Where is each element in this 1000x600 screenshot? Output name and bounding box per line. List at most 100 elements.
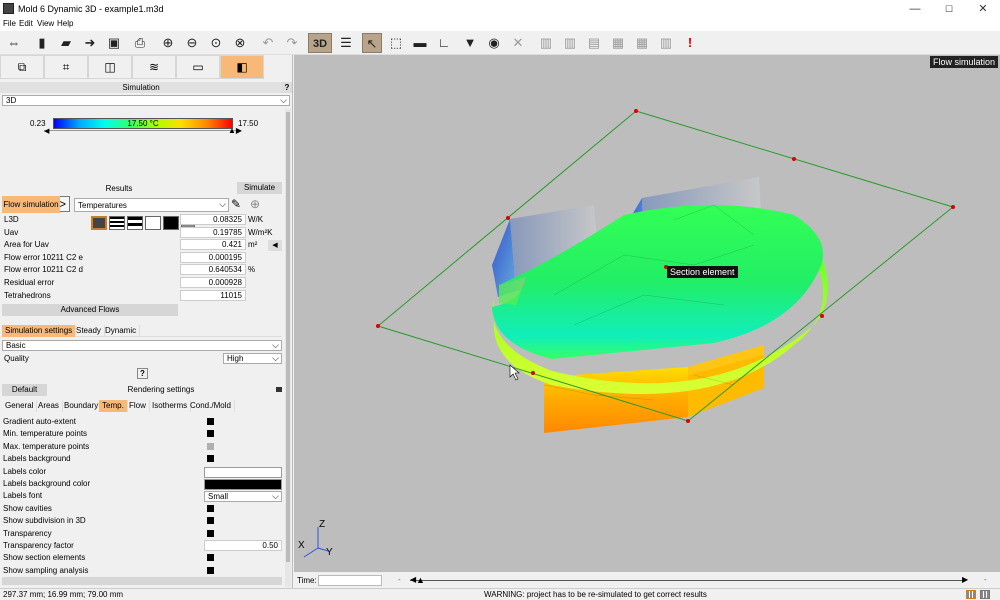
select-pointer-icon[interactable]: ↖ — [362, 33, 382, 53]
setting-checkbox[interactable] — [207, 554, 214, 562]
new-file-icon[interactable]: ▮ — [32, 33, 52, 53]
setting-checkbox[interactable] — [207, 566, 214, 574]
quality-select[interactable]: High — [223, 353, 282, 364]
menu-view[interactable]: View — [37, 19, 54, 28]
left-scrollbar-thumb[interactable] — [286, 112, 290, 562]
chart-icon-2[interactable]: ▥ — [560, 33, 580, 53]
print-icon[interactable]: ⎙ — [130, 33, 150, 53]
3d-viewport[interactable]: Flow simulation Section element Z X Y — [294, 55, 1000, 572]
zoom-reset-icon[interactable]: ⊗ — [230, 33, 250, 53]
zoom-fit-icon[interactable]: ⊙ — [206, 33, 226, 53]
bottom-scrollbar[interactable] — [2, 577, 282, 585]
import-icon[interactable]: ➜ — [80, 33, 100, 53]
tab-document[interactable]: ▭ — [176, 55, 220, 79]
color-swatch[interactable] — [204, 479, 282, 490]
quality-help-button[interactable]: ? — [137, 368, 148, 379]
grid-icon[interactable] — [966, 590, 976, 599]
time-slider[interactable] — [410, 580, 966, 581]
setting-checkbox[interactable] — [207, 418, 214, 425]
chart-icon-4[interactable]: ▦ — [608, 33, 628, 53]
menu-file[interactable]: File — [3, 19, 16, 28]
eye-icon[interactable]: ◉ — [484, 33, 504, 53]
menu-help[interactable]: Help — [57, 19, 73, 28]
title-bar: Mold 6 Dynamic 3D - example1.m3d — ☐ ✕ — [0, 0, 1000, 18]
tab-areas[interactable]: Areas — [35, 400, 63, 412]
tab-layers[interactable]: ◫ — [88, 55, 132, 79]
redo-icon[interactable]: ↷ — [282, 33, 302, 53]
time-slider-thumb[interactable]: ▲ — [416, 575, 425, 585]
chart-icon-6[interactable]: ▥ — [656, 33, 676, 53]
tab-steady[interactable]: Steady — [73, 325, 105, 337]
transparency-factor-input[interactable]: 0.50 — [204, 540, 282, 551]
simulate-tab[interactable]: Simulate — [237, 182, 282, 194]
close-icon[interactable]: ✕ — [966, 0, 1000, 18]
thermometer-icon[interactable]: ⊕ — [250, 197, 260, 211]
help-button[interactable]: ? — [282, 82, 292, 93]
select-area-icon[interactable]: ⬚ — [386, 33, 406, 53]
save-icon[interactable]: ▣ — [104, 33, 124, 53]
results-tab[interactable]: Results — [2, 183, 236, 195]
tab-simulation-settings[interactable]: Simulation settings — [2, 325, 77, 337]
result-value: 0.19785 — [180, 226, 246, 238]
hide-icon[interactable]: ✕ — [508, 33, 528, 53]
warning-icon[interactable]: ! — [680, 33, 700, 53]
tab-geometry[interactable]: ⧉ — [0, 55, 44, 79]
setting-checkbox[interactable] — [207, 442, 214, 450]
grid-icon-2[interactable] — [980, 590, 990, 599]
chart-icon-3[interactable]: ▤ — [584, 33, 604, 53]
setting-checkbox[interactable] — [207, 430, 214, 438]
tab-stack[interactable]: ≋ — [132, 55, 176, 79]
simulation-mode-select[interactable]: Basic — [2, 340, 282, 351]
tab-cond-mold[interactable]: Cond./Mold — [187, 400, 235, 412]
tab-boundary[interactable]: Boundary — [61, 400, 103, 412]
view-mode-select[interactable]: 3D — [2, 95, 290, 106]
field-select[interactable]: Temperatures — [74, 198, 229, 212]
setting-checkbox[interactable] — [207, 504, 214, 512]
time-minus-icon[interactable]: - — [398, 575, 401, 584]
maximize-icon[interactable]: ☐ — [932, 0, 966, 18]
undo-icon[interactable]: ↶ — [258, 33, 278, 53]
default-button[interactable]: Default — [2, 384, 47, 396]
swap-icon[interactable]: ⇔ — [4, 33, 24, 53]
setting-row: Show subdivision in 3D — [2, 515, 282, 527]
menu-edit[interactable]: Edit — [19, 19, 33, 28]
setting-checkbox[interactable] — [207, 529, 214, 537]
tab-crop[interactable]: ⌗ — [44, 55, 88, 79]
tab-simulation[interactable]: ◧ — [220, 55, 264, 79]
tab-general[interactable]: General — [2, 400, 38, 412]
chart-icon-5[interactable]: ▦ — [632, 33, 652, 53]
angle-icon[interactable]: ∟ — [434, 33, 454, 53]
tab-dynamic[interactable]: Dynamic — [102, 325, 141, 337]
time-slider-right[interactable]: ▶ — [962, 575, 968, 584]
setting-row: Labels background color — [2, 478, 282, 490]
tab-isotherms[interactable]: Isotherms — [149, 400, 192, 412]
collapse-icon[interactable] — [276, 387, 282, 392]
chart-icon-1[interactable]: ▥ — [536, 33, 556, 53]
comment-icon[interactable]: ▼ — [460, 33, 480, 53]
slider-left-arrow[interactable]: ◀ — [44, 127, 49, 135]
zoom-in-icon[interactable]: ⊕ — [158, 33, 178, 53]
advanced-flows-button[interactable]: Advanced Flows — [2, 304, 178, 316]
range-slider-track[interactable] — [44, 130, 240, 131]
area-expand-button[interactable]: ◀ — [268, 240, 282, 251]
time-input[interactable] — [318, 575, 382, 586]
minimize-icon[interactable]: — — [898, 0, 932, 18]
color-swatch[interactable] — [204, 466, 282, 478]
setting-row: Min. temperature points — [2, 428, 282, 440]
view-3d-button[interactable]: 3D — [308, 33, 332, 53]
setting-checkbox[interactable] — [207, 517, 214, 525]
setting-label: Labels background color — [3, 479, 91, 488]
setting-checkbox[interactable] — [207, 455, 214, 463]
ruler-icon[interactable]: ▬ — [410, 33, 430, 53]
time-plus-icon[interactable]: - — [984, 575, 987, 584]
open-folder-icon[interactable]: ▰ — [56, 33, 76, 53]
list-icon[interactable]: ☰ — [336, 33, 356, 53]
tab-flow[interactable]: Flow — [126, 400, 150, 412]
zoom-out-icon[interactable]: ⊖ — [182, 33, 202, 53]
flow-simulation-tab[interactable]: Flow simulation — [2, 196, 60, 213]
tab-temp[interactable]: Temp. — [99, 400, 128, 412]
slider-thumb[interactable]: ▲▶ — [228, 126, 242, 135]
eyedropper-icon[interactable]: ✎ — [231, 197, 241, 211]
labels-font-select[interactable]: Small — [204, 491, 282, 503]
rendering-tabs: General Areas Boundary Temp. Flow Isothe… — [2, 400, 282, 412]
